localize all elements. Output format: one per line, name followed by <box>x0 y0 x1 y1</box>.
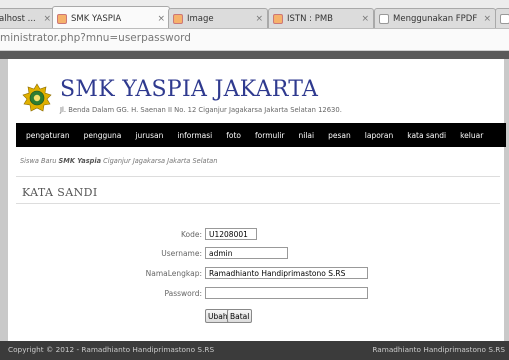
favicon-icon <box>173 14 183 24</box>
namalengkap-input[interactable] <box>205 267 368 279</box>
nav-item-nilai[interactable]: nilai <box>299 131 315 140</box>
favicon-icon <box>57 13 67 24</box>
nav-item-formulir[interactable]: formulir <box>255 131 285 140</box>
site-address: Jl. Benda Dalam GG. H. Saenan II No. 12 … <box>60 106 342 114</box>
nav-item-pengguna[interactable]: pengguna <box>84 131 122 140</box>
url-text[interactable]: ministrator.php?mnu=userpassword <box>0 32 191 44</box>
school-logo-icon <box>22 83 52 112</box>
page-title: KATA SANDI <box>22 186 98 199</box>
page-icon <box>379 14 389 24</box>
nav-item-informasi[interactable]: informasi <box>177 131 212 140</box>
browser-tab-smk-yaspia[interactable]: SMK YASPIA × <box>52 6 170 28</box>
tab-label: Image <box>187 14 214 24</box>
tab-close-icon[interactable]: × <box>157 14 165 24</box>
favicon-icon <box>273 14 283 24</box>
tab-label: SMK YASPIA <box>71 13 122 24</box>
footer-author: Ramadhianto Handiprimastono S.RS <box>372 345 505 354</box>
password-input[interactable] <box>205 287 368 299</box>
tab-close-icon[interactable]: × <box>43 14 51 24</box>
nav-item-kata-sandi[interactable]: kata sandi <box>407 131 446 140</box>
tab-close-icon[interactable]: × <box>361 14 369 24</box>
site-title: SMK YASPIA JAKARTA <box>60 77 319 102</box>
browser-tab-partial[interactable] <box>495 8 509 28</box>
nav-item-laporan[interactable]: laporan <box>365 131 393 140</box>
breadcrumb: Siswa Baru SMK Yaspia Ciganjur Jagakarsa… <box>20 157 217 165</box>
nav-item-jurusan[interactable]: jurusan <box>135 131 163 140</box>
username-input[interactable] <box>205 247 288 259</box>
page-background: SMK YASPIA JAKARTA Jl. Benda Dalam GG. H… <box>0 51 509 360</box>
namalengkap-label: NamaLengkap: <box>145 269 202 278</box>
nav-item-pesan[interactable]: pesan <box>328 131 351 140</box>
tab-close-icon[interactable]: × <box>255 14 263 24</box>
kode-input[interactable] <box>205 228 257 240</box>
browser-tab-fpdf[interactable]: Menggunakan FPDF ... × <box>374 8 496 28</box>
divider <box>16 203 500 204</box>
browser-tab-istn-pmb[interactable]: ISTN : PMB × <box>268 8 374 28</box>
breadcrumb-bold: SMK Yaspia <box>58 157 102 165</box>
password-label: Password: <box>164 289 202 298</box>
breadcrumb-prefix: Siswa Baru <box>20 157 59 165</box>
tab-label: alhost ... <box>0 14 36 24</box>
kode-label: Kode: <box>180 230 202 239</box>
username-label: Username: <box>161 249 202 258</box>
tab-label: ISTN : PMB <box>287 14 334 24</box>
browser-tab-strip: alhost ... × SMK YASPIA × Image × ISTN :… <box>0 0 509 29</box>
main-nav: pengaturan pengguna jurusan informasi fo… <box>16 123 506 147</box>
browser-tab-image[interactable]: Image × <box>168 8 268 28</box>
divider <box>16 176 500 177</box>
breadcrumb-suffix: Ciganjur Jagakarsa Jakarta Selatan <box>101 157 218 165</box>
batal-button[interactable]: Batal <box>227 309 253 323</box>
nav-item-pengaturan[interactable]: pengaturan <box>26 131 70 140</box>
nav-item-keluar[interactable]: keluar <box>460 131 483 140</box>
browser-tab-localhost[interactable]: alhost ... × <box>0 8 56 28</box>
footer: Copyright © 2012 - Ramadhianto Handiprim… <box>0 341 509 360</box>
top-band <box>0 51 509 59</box>
tab-label: Menggunakan FPDF ... <box>393 14 480 24</box>
content-container: SMK YASPIA JAKARTA Jl. Benda Dalam GG. H… <box>8 59 506 341</box>
tab-close-icon[interactable]: × <box>483 14 491 24</box>
page-icon <box>500 14 509 24</box>
address-bar[interactable]: ministrator.php?mnu=userpassword <box>0 29 509 51</box>
footer-copyright: Copyright © 2012 - Ramadhianto Handiprim… <box>8 345 215 354</box>
nav-item-foto[interactable]: foto <box>226 131 241 140</box>
